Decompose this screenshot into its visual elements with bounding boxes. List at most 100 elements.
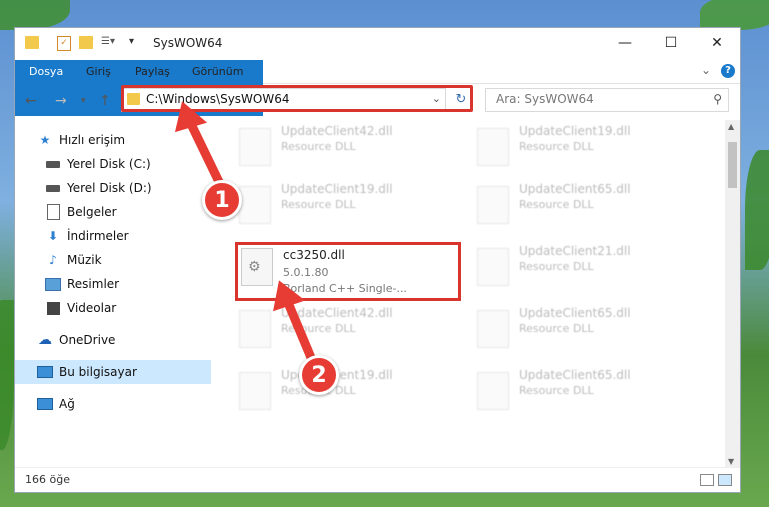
file-name: UpdateClient21.dll [519,244,631,258]
explorer-window: ✓ ☰▾ ▾ SysWOW64 — ☐ ✕ Dosya Giriş Paylaş… [14,27,741,493]
forward-arrow-icon[interactable]: → [55,93,67,109]
recent-locations-icon[interactable]: ▾ [81,96,86,106]
file-item[interactable]: UpdateClient19.dll Resource DLL [469,120,689,176]
sidebar-item-this-pc[interactable]: Bu bilgisayar [15,360,230,384]
up-arrow-icon[interactable]: ↑ [99,93,111,109]
navigation-bar: ← → ▾ ↑ C:\Windows\SysWOW64 ⌄ ↻ Ara: Sys… [15,84,740,118]
details-view-icon[interactable] [700,474,714,486]
dll-file-icon [239,310,271,348]
file-item[interactable]: UpdateClient42.dll Resource DLL [231,120,451,176]
file-description: Resource DLL [519,140,594,153]
search-placeholder: Ara: SysWOW64 [496,92,594,106]
customize-toolbar-icon[interactable]: ☰▾ [101,36,115,52]
file-item[interactable]: UpdateClient65.dll Resource DLL [469,364,689,420]
file-name: UpdateClient42.dll [281,124,393,138]
sidebar-item-label: Bu bilgisayar [59,365,137,379]
ribbon-collapse-icon[interactable]: ⌄ [701,63,711,77]
quick-access-dropdown-icon[interactable]: ▾ [129,36,134,52]
maximize-button[interactable]: ☐ [648,28,694,58]
sidebar-item-label: Yerel Disk (D:) [67,181,152,195]
new-folder-icon[interactable] [79,36,93,49]
dll-file-icon [477,186,509,224]
search-box[interactable]: Ara: SysWOW64 ⚲ [485,88,729,112]
sidebar-item-local-disk-c[interactable]: Yerel Disk (C:) 📌 [15,152,238,176]
drive-icon [45,180,61,196]
sidebar-item-videos[interactable]: Videolar 📌 [15,296,238,320]
scroll-down-icon[interactable]: ▼ [728,457,734,466]
file-name: UpdateClient65.dll [519,368,631,382]
properties-icon[interactable]: ✓ [57,36,71,51]
file-description: Resource DLL [281,322,356,335]
file-description: Resource DLL [281,198,356,211]
background-leaf [745,150,769,270]
sidebar-item-label: Hızlı erişim [59,133,126,147]
sidebar-item-label: Müzik [67,253,102,267]
documents-icon [45,204,61,220]
file-name: UpdateClient19.dll [519,124,631,138]
large-icons-view-icon[interactable] [718,474,732,486]
file-item[interactable]: UpdateClient65.dll Resource DLL [469,178,689,234]
file-name: UpdateClient19.dll [281,182,393,196]
minimize-button[interactable]: — [602,28,648,58]
star-icon: ★ [39,133,51,147]
status-bar: 166 öğe [15,467,740,492]
title-bar: ✓ ☰▾ ▾ SysWOW64 — ☐ ✕ [15,28,740,60]
file-name: UpdateClient65.dll [519,306,631,320]
sidebar-item-network[interactable]: Ağ [15,392,230,416]
computer-icon [37,364,53,380]
sidebar-item-music[interactable]: ♪ Müzik 📌 [15,248,238,272]
dll-file-icon [239,186,271,224]
sidebar-item-downloads[interactable]: ⬇ İndirmeler 📌 [15,224,238,248]
sidebar-item-onedrive[interactable]: ☁ OneDrive [15,328,230,352]
callout-2: 2 [299,355,339,395]
callout-1: 1 [202,180,242,220]
network-icon [37,396,53,412]
file-item[interactable]: UpdateClient42.dll Resource DLL [231,302,451,358]
sidebar-item-label: Ağ [59,397,75,411]
help-icon[interactable]: ? [721,64,735,78]
drive-icon [45,156,61,172]
cloud-icon: ☁ [38,332,52,348]
sidebar-item-label: Yerel Disk (C:) [67,157,151,171]
sidebar-item-label: İndirmeler [67,229,129,243]
file-item[interactable]: UpdateClient21.dll Resource DLL [469,240,689,296]
dll-file-icon [477,248,509,286]
dll-file-icon [239,128,271,166]
file-description: Resource DLL [519,260,594,273]
sidebar-item-label: OneDrive [59,333,116,347]
sidebar-item-label: Resimler [67,277,120,291]
close-button[interactable]: ✕ [694,28,740,58]
dll-file-icon [477,128,509,166]
sidebar-item-pictures[interactable]: Resimler 📌 [15,272,238,296]
folder-icon [25,36,39,49]
file-name: UpdateClient42.dll [281,306,393,320]
file-description: Resource DLL [519,322,594,335]
search-icon: ⚲ [713,92,722,106]
scroll-up-icon[interactable]: ▲ [728,122,734,131]
tab-home[interactable]: Giriş [73,60,124,83]
background-leaf [700,0,769,30]
sidebar-item-quick-access[interactable]: ★ Hızlı erişim [15,128,230,152]
ribbon-tabs: Dosya Giriş Paylaş Görünüm ⌄ ? [15,60,740,116]
sidebar-item-label: Belgeler [67,205,117,219]
file-description: Resource DLL [519,384,594,397]
download-icon: ⬇ [47,229,59,243]
file-item[interactable]: UpdateClient19.dll Resource DLL [231,178,451,234]
pictures-icon [45,276,61,292]
video-icon [45,300,61,316]
file-description: Resource DLL [519,198,594,211]
file-list: UpdateClient42.dll Resource DLL UpdateCl… [211,120,726,468]
background-leaf [0,300,14,450]
file-name: UpdateClient65.dll [519,182,631,196]
item-count: 166 öğe [25,473,70,486]
vertical-scrollbar[interactable]: ▲ ▼ [725,120,740,468]
tab-share[interactable]: Paylaş [122,60,183,83]
file-item[interactable]: UpdateClient65.dll Resource DLL [469,302,689,358]
scrollbar-thumb[interactable] [728,142,737,188]
dll-file-icon [477,310,509,348]
address-highlight [121,85,473,112]
dll-file-icon [477,372,509,410]
file-item[interactable]: UpdateClient19.dll Resource DLL [231,364,451,420]
back-arrow-icon[interactable]: ← [25,93,37,109]
tab-view[interactable]: Görünüm [179,60,256,83]
